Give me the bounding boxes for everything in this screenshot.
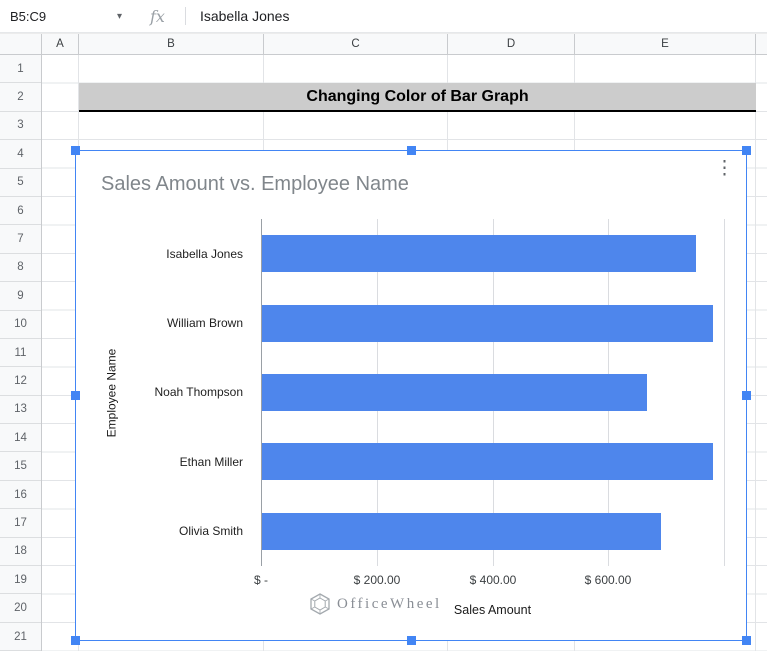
y-axis-title: Employee Name (100, 219, 122, 566)
chart-title: Sales Amount vs. Employee Name (101, 173, 409, 195)
column-headers: ABCDE (0, 33, 767, 55)
row-header-2[interactable]: 2 (0, 83, 41, 112)
row-header-8[interactable]: 8 (0, 254, 41, 283)
row-header-4[interactable]: 4 (0, 140, 41, 169)
row-header-12[interactable]: 12 (0, 367, 41, 396)
y-axis-title-text: Employee Name (104, 348, 118, 437)
row-header-19[interactable]: 19 (0, 566, 41, 595)
row-header-13[interactable]: 13 (0, 396, 41, 425)
row-header-1[interactable]: 1 (0, 55, 41, 84)
column-header-C[interactable]: C (264, 34, 448, 54)
x-tick-label: $ 200.00 (353, 573, 401, 587)
row-header-14[interactable]: 14 (0, 424, 41, 453)
chart-bar-william-brown[interactable] (262, 304, 713, 342)
chart-container[interactable]: Sales Amount vs. Employee Name ⋮ Isabell… (71, 146, 751, 645)
column-header-A[interactable]: A (42, 34, 79, 54)
row-header-16[interactable]: 16 (0, 481, 41, 510)
row-header-7[interactable]: 7 (0, 225, 41, 254)
grid-column-line (755, 55, 756, 651)
row-header-11[interactable]: 11 (0, 339, 41, 368)
row-header-21[interactable]: 21 (0, 623, 41, 651)
chart-bar-isabella-jones[interactable] (262, 235, 696, 273)
fx-icon: fx (150, 6, 165, 26)
x-tick-label: $ - (253, 573, 269, 587)
chart-handle-s[interactable] (406, 636, 416, 645)
x-tick-label: $ 400.00 (469, 573, 517, 587)
plot-area (261, 219, 725, 566)
name-box-value: B5:C9 (10, 8, 47, 24)
plot-gridline (724, 219, 725, 566)
row-header-5[interactable]: 5 (0, 169, 41, 197)
title-cell[interactable]: Changing Color of Bar Graph (79, 83, 756, 112)
chart-handle-ne[interactable] (742, 146, 751, 155)
column-header-D[interactable]: D (448, 34, 575, 54)
row-header-20[interactable]: 20 (0, 594, 41, 623)
row-header-6[interactable]: 6 (0, 197, 41, 226)
chart-bar-olivia-smith[interactable] (262, 512, 661, 550)
formula-bar-divider (184, 7, 186, 25)
watermark-text: OfficeWheel (337, 595, 442, 612)
name-box-dropdown-icon[interactable]: ▾ (117, 11, 122, 22)
formula-bar: B5:C9 ▾ fx Isabella Jones (0, 0, 767, 33)
row-header-18[interactable]: 18 (0, 538, 41, 567)
chart-handle-e[interactable] (742, 391, 751, 400)
sheet-body: 1 2 3 4 5 6 7 8 9 10 11 12 13 14 15 16 17 18 19 20 21 Changi… (0, 55, 767, 651)
chart-menu-icon[interactable]: ⋮ (715, 159, 734, 178)
select-all-corner[interactable] (0, 34, 42, 54)
chart-handle-nw[interactable] (71, 146, 80, 155)
x-axis-ticks: $ - $ 200.00 $ 400.00 $ 600.00 (254, 573, 724, 589)
row-header-3[interactable]: 3 (0, 112, 41, 141)
chart-handle-se[interactable] (742, 636, 751, 645)
chart-handle-sw[interactable] (71, 636, 80, 645)
row-header-17[interactable]: 17 (0, 509, 41, 538)
formula-input[interactable]: Isabella Jones (192, 8, 767, 24)
chart-bar-ethan-miller[interactable] (262, 443, 713, 481)
column-header-B[interactable]: B (79, 34, 264, 54)
column-header-E[interactable]: E (575, 34, 756, 54)
column-header-cells: ABCDE (42, 34, 756, 54)
row-header-9[interactable]: 9 (0, 282, 41, 311)
chart-handle-w[interactable] (71, 391, 80, 400)
row-headers: 1 2 3 4 5 6 7 8 9 10 11 12 13 14 15 16 17 18 19 20 21 (0, 55, 42, 651)
sheets-app: B5:C9 ▾ fx Isabella Jones ABCDE 12345678… (0, 0, 767, 651)
chart-surface[interactable]: Sales Amount vs. Employee Name ⋮ Isabell… (75, 150, 747, 641)
name-box[interactable]: B5:C9 ▾ (0, 0, 132, 32)
watermark: OfficeWheel (308, 592, 442, 616)
row-header-15[interactable]: 15 (0, 452, 41, 481)
x-tick-label: $ 600.00 (584, 573, 632, 587)
row-header-10[interactable]: 10 (0, 311, 41, 339)
officewheel-logo-icon (308, 592, 332, 616)
chart-handle-n[interactable] (406, 146, 416, 155)
chart-bar-noah-thompson[interactable] (262, 374, 647, 411)
